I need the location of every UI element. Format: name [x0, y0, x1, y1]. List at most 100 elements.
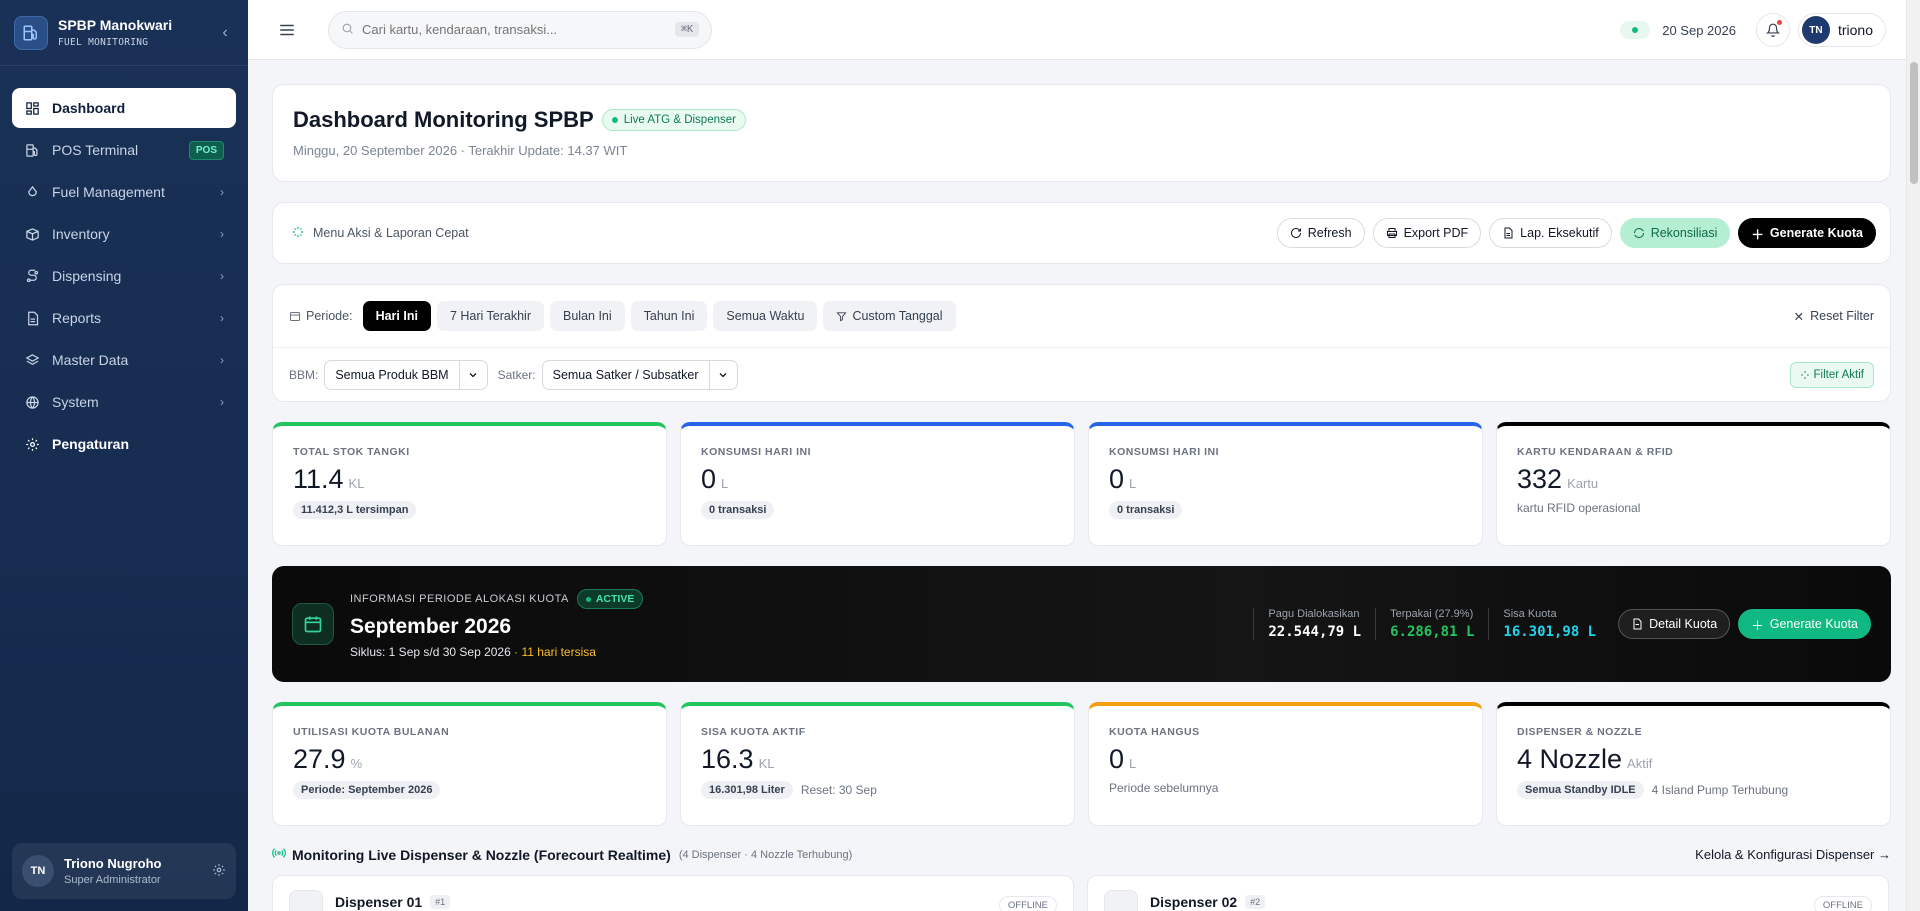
stat-value: 0	[701, 464, 717, 494]
filter-icon	[836, 311, 848, 322]
sidebar-item-label: Dashboard	[52, 100, 126, 116]
export-pdf-button[interactable]: Export PDF	[1372, 218, 1482, 248]
globe-icon	[24, 394, 40, 410]
sidebar-item-pos-terminal[interactable]: POS Terminal POS	[12, 130, 236, 170]
stat-label: DISPENSER & NOZZLE	[1517, 726, 1643, 738]
fuel-pump-logo-icon	[14, 15, 48, 50]
collapse-sidebar-icon[interactable]: ‹	[216, 24, 234, 42]
period-custom[interactable]: Custom Tanggal	[823, 301, 956, 331]
period-all-time[interactable]: Semua Waktu	[713, 301, 818, 331]
period-custom-label: Custom Tanggal	[852, 309, 943, 323]
brand: SPBP Manokwari FUEL MONITORING ‹	[0, 0, 248, 66]
sidebar-item-inventory[interactable]: Inventory ›	[12, 214, 236, 254]
search-icon	[341, 22, 354, 38]
dispenser-icon	[289, 890, 323, 911]
chevron-right-icon: ›	[220, 185, 224, 199]
search-bar[interactable]: ⌘K	[328, 10, 712, 49]
quota-used: Terpakai (27.9%) 6.286,81 L	[1375, 608, 1488, 640]
chevron-right-icon: ›	[220, 311, 224, 325]
period-this-month[interactable]: Bulan Ini	[550, 301, 625, 331]
stat-note: Reset: 30 Sep	[800, 783, 877, 797]
document-icon	[1631, 618, 1643, 630]
quota-pagu: Pagu Dialokasikan 22.544,79 L	[1253, 608, 1375, 640]
stat-label: TOTAL STOK TANGKI	[293, 446, 410, 458]
refresh-button[interactable]: Refresh	[1276, 218, 1365, 248]
chevron-right-icon: ›	[220, 227, 224, 241]
manage-dispenser-link[interactable]: Kelola & Konfigurasi Dispenser →	[1695, 847, 1891, 862]
period-today[interactable]: Hari Ini	[362, 301, 431, 331]
period-this-year[interactable]: Tahun Ini	[630, 301, 708, 331]
dispenser-icon	[1104, 890, 1138, 911]
quota-detail-button[interactable]: Detail Kuota	[1618, 609, 1731, 639]
user-role: Super Administrator	[64, 874, 161, 886]
stat-label: KARTU KENDARAAN & RFID	[1517, 446, 1674, 458]
user-name: Triono Nugroho	[64, 856, 162, 871]
generate-quota-button[interactable]: ＋ Generate Kuota	[1738, 218, 1876, 248]
executive-report-button[interactable]: Lap. Eksekutif	[1489, 218, 1612, 248]
stat-card-consumption-today-2: KONSUMSI HARI INI 0L 0 transaksi	[1088, 422, 1483, 546]
filter-active-badge: Filter Aktif	[1789, 362, 1874, 388]
stat-pill: Periode: September 2026	[293, 781, 441, 799]
search-input[interactable]	[362, 22, 675, 37]
dispenser-number: #2	[1245, 895, 1266, 909]
executive-report-label: Lap. Eksekutif	[1520, 226, 1599, 240]
period-label: Periode:	[306, 309, 353, 323]
droplet-icon	[24, 184, 40, 200]
dispenser-card[interactable]: Dispenser 01 #1 OFFLINE	[272, 875, 1074, 911]
sparkle-icon	[1800, 370, 1810, 380]
sidebar-user-card[interactable]: TN Triono Nugroho Super Administrator	[12, 843, 236, 899]
stat-note: 4 Island Pump Terhubung	[1651, 783, 1789, 797]
sidebar-item-system[interactable]: System ›	[12, 382, 236, 422]
reconciliation-button[interactable]: Rekonsiliasi	[1619, 218, 1731, 248]
gear-icon[interactable]	[212, 863, 226, 880]
satker-select[interactable]: Semua Satker / Subsatker	[541, 360, 738, 390]
avatar: TN	[22, 855, 54, 887]
brand-name: SPBP Manokwari	[58, 17, 173, 33]
quota-generate-button[interactable]: ＋ Generate Kuota	[1738, 609, 1871, 639]
reset-filter-button[interactable]: ✕ Reset Filter	[1794, 309, 1874, 324]
sidebar-item-pengaturan[interactable]: Pengaturan	[12, 424, 236, 464]
status-badge-label: ACTIVE	[595, 593, 635, 605]
stat-note: Periode sebelumnya	[1109, 781, 1219, 795]
page-scrollbar[interactable]	[1906, 0, 1920, 911]
quota-remaining: Sisa Kuota 16.301,98 L	[1488, 608, 1610, 640]
sidebar-item-dashboard[interactable]: Dashboard	[12, 88, 236, 128]
printer-icon	[1386, 227, 1398, 239]
page-subtitle: Minggu, 20 September 2026 · Terakhir Upd…	[293, 143, 628, 158]
main-content: Dashboard Monitoring SPBP Live ATG & Dis…	[272, 84, 1891, 911]
quick-actions: Menu Aksi & Laporan Cepat Refresh Export…	[272, 202, 1891, 264]
notification-bell-icon[interactable]	[1755, 13, 1790, 47]
quota-cycle: Siklus: 1 Sep s/d 30 Sep 2026	[350, 645, 511, 659]
dispenser-card[interactable]: Dispenser 02 #2 OFFLINE	[1087, 875, 1889, 911]
stat-card-consumption-today: KONSUMSI HARI INI 0L 0 transaksi	[680, 422, 1075, 546]
export-pdf-label: Export PDF	[1403, 226, 1469, 240]
sidebar-item-dispensing[interactable]: Dispensing ›	[12, 256, 236, 296]
sidebar-item-reports[interactable]: Reports ›	[12, 298, 236, 338]
bbm-select[interactable]: Semua Produk BBM	[324, 360, 488, 390]
sidebar-nav: Dashboard POS Terminal POS Fuel Manageme…	[0, 66, 248, 464]
sidebar-item-fuel-management[interactable]: Fuel Management ›	[12, 172, 236, 212]
quota-pagu-label: Pagu Dialokasikan	[1268, 608, 1360, 620]
brand-subtitle: FUEL MONITORING	[58, 37, 149, 48]
chevron-down-icon	[708, 361, 737, 389]
reconciliation-label: Rekonsiliasi	[1650, 226, 1718, 240]
stat-card-active-quota: SISA KUOTA AKTIF 16.3 KL 16.301,98 Liter R…	[680, 702, 1075, 826]
stat-unit: Kartu	[1567, 476, 1599, 491]
quota-pagu-value: 22.544,79 L	[1268, 624, 1362, 640]
stat-unit: %	[350, 756, 363, 771]
user-menu[interactable]: TN triono	[1797, 13, 1886, 47]
filter-panel: Periode: Hari Ini 7 Hari Terakhir Bulan …	[272, 284, 1891, 402]
report-icon	[24, 310, 40, 326]
refresh-label: Refresh	[1307, 226, 1352, 240]
stat-pill: 16.301,98 Liter	[701, 781, 793, 799]
sidebar-item-master-data[interactable]: Master Data ›	[12, 340, 236, 380]
status-badge: OFFLINE	[1813, 896, 1872, 911]
status-badge: ACTIVE	[576, 589, 644, 609]
route-icon	[24, 268, 40, 284]
stat-pill: Semua Standby IDLE	[1517, 781, 1644, 799]
live-badge: Live ATG & Dispenser	[601, 109, 746, 131]
menu-icon[interactable]	[278, 20, 298, 40]
quota-used-label: Terpakai (27.9%)	[1390, 608, 1474, 620]
period-7-days[interactable]: 7 Hari Terakhir	[436, 301, 544, 331]
stat-pill: 0 transaksi	[701, 501, 775, 519]
